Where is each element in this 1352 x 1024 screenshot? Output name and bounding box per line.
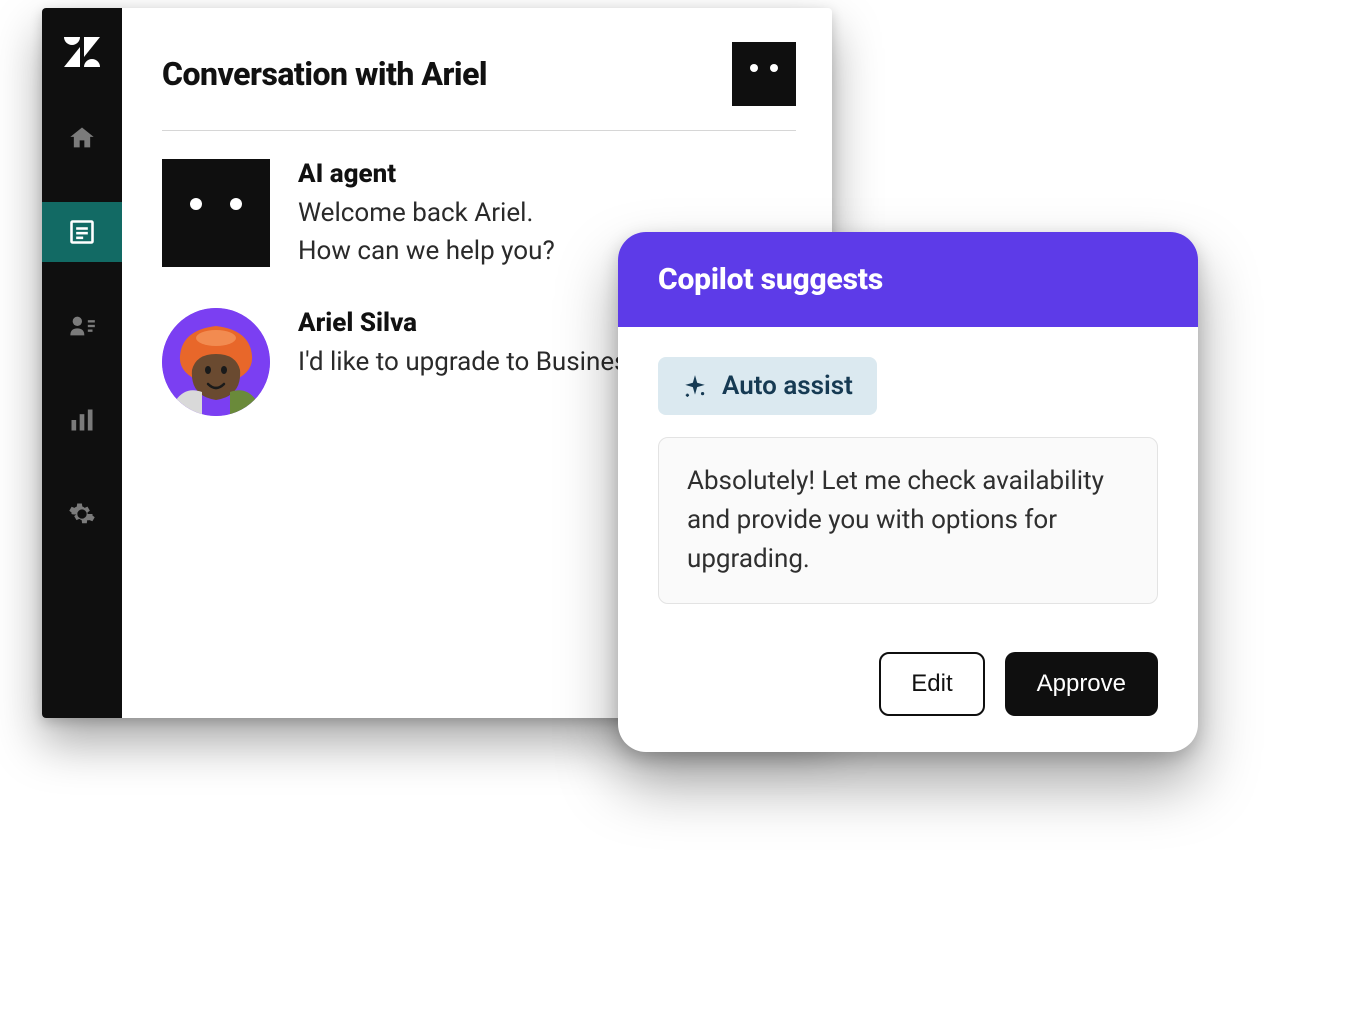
sender-name: AI agent <box>298 159 555 189</box>
sidebar-item-home[interactable] <box>42 108 122 168</box>
conversation-header: Conversation with Ariel <box>162 42 796 130</box>
sidebar-item-contacts[interactable] <box>42 296 122 356</box>
ai-agent-icon[interactable] <box>732 42 796 106</box>
auto-assist-label: Auto assist <box>722 371 853 401</box>
zendesk-logo-icon <box>42 30 122 74</box>
copilot-panel: Copilot suggests Auto assist Absolutely!… <box>618 232 1198 752</box>
approve-button[interactable]: Approve <box>1005 652 1158 716</box>
auto-assist-badge[interactable]: Auto assist <box>658 357 877 415</box>
divider <box>162 130 796 131</box>
sidebar-item-analytics[interactable] <box>42 390 122 450</box>
sidebar-item-inbox[interactable] <box>42 202 122 262</box>
sparkle-icon <box>682 373 708 399</box>
sidebar <box>42 8 122 718</box>
message-text: Welcome back Ariel. How can we help you? <box>298 195 555 270</box>
copilot-suggestion: Absolutely! Let me check availability an… <box>658 437 1158 604</box>
copilot-header: Copilot suggests <box>618 232 1198 327</box>
sidebar-item-settings[interactable] <box>42 484 122 544</box>
user-avatar <box>162 308 270 416</box>
ai-agent-avatar-icon <box>162 159 270 267</box>
edit-button[interactable]: Edit <box>879 652 984 716</box>
copilot-actions: Edit Approve <box>618 604 1198 752</box>
conversation-title: Conversation with Ariel <box>162 55 487 93</box>
